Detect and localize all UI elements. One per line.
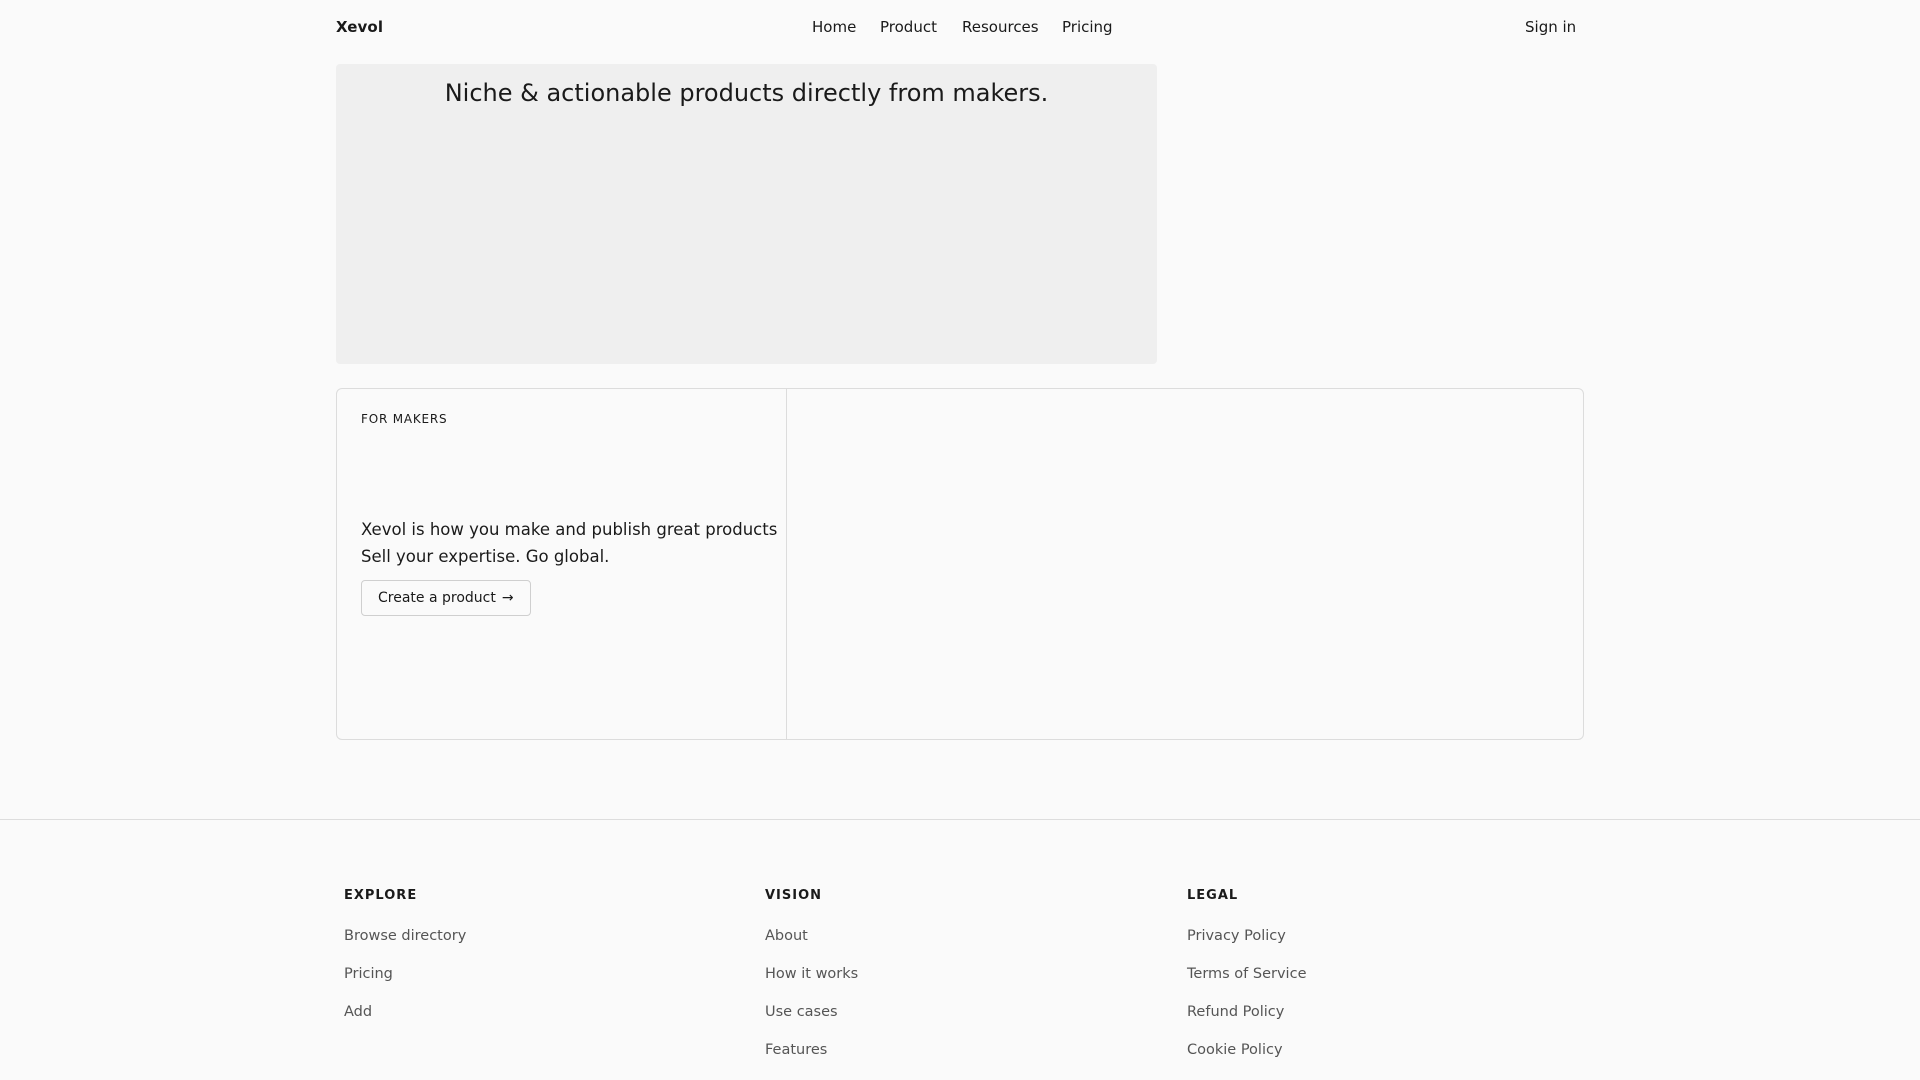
hero-banner: Niche & actionable products directly fro… [336, 64, 1157, 364]
footer-link-how-it-works[interactable]: How it works [765, 965, 858, 1003]
makers-subtagline: Sell your expertise. Go global. [361, 547, 610, 566]
footer-divider [0, 819, 1920, 820]
footer-column-legal: LEGAL Privacy Policy Terms of Service Re… [1187, 888, 1306, 1079]
footer-link-refund-policy[interactable]: Refund Policy [1187, 1003, 1306, 1041]
footer-link-use-cases[interactable]: Use cases [765, 1003, 858, 1041]
nav-product[interactable]: Product [880, 18, 962, 36]
sign-in-link[interactable]: Sign in [1525, 18, 1576, 36]
makers-tagline: Xevol is how you make and publish great … [361, 520, 778, 539]
nav-pricing[interactable]: Pricing [1062, 18, 1122, 36]
nav-home[interactable]: Home [812, 18, 880, 36]
create-product-label: Create a product [378, 590, 496, 606]
hero-title: Niche & actionable products directly fro… [444, 79, 1049, 107]
footer-link-add[interactable]: Add [344, 1003, 466, 1041]
footer-link-terms-of-service[interactable]: Terms of Service [1187, 965, 1306, 1003]
site-header: Xevol Home Product Resources Pricing Sig… [0, 0, 1920, 56]
main-nav: Home Product Resources Pricing [812, 18, 1122, 36]
footer-heading: EXPLORE [344, 888, 418, 903]
footer-column-explore: EXPLORE Browse directory Pricing Add [344, 888, 466, 1041]
makers-eyebrow: FOR MAKERS [361, 412, 448, 426]
footer-link-features[interactable]: Features [765, 1041, 858, 1079]
footer-link-about[interactable]: About [765, 927, 858, 965]
create-product-button[interactable]: Create a product → [361, 580, 531, 616]
footer-heading: LEGAL [1187, 888, 1239, 903]
footer-link-browse-directory[interactable]: Browse directory [344, 927, 466, 965]
makers-info: FOR MAKERS Xevol is how you make and pub… [337, 389, 787, 739]
arrow-right-icon: → [501, 590, 514, 606]
footer-heading: VISION [765, 888, 823, 903]
logo[interactable]: Xevol [336, 18, 383, 36]
makers-panel: FOR MAKERS Xevol is how you make and pub… [336, 388, 1584, 740]
nav-resources[interactable]: Resources [962, 18, 1062, 36]
makers-preview [788, 389, 1583, 739]
footer-link-pricing[interactable]: Pricing [344, 965, 466, 1003]
footer-link-cookie-policy[interactable]: Cookie Policy [1187, 1041, 1306, 1079]
footer-column-vision: VISION About How it works Use cases Feat… [765, 888, 858, 1079]
footer-link-privacy-policy[interactable]: Privacy Policy [1187, 927, 1306, 965]
